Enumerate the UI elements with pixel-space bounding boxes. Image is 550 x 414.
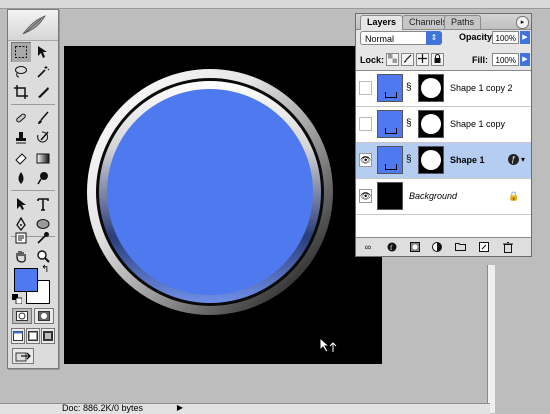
standard-mode-button[interactable] [12,308,32,324]
eraser-tool-icon[interactable] [11,148,31,168]
palette-menu-button[interactable]: ▸ [516,16,529,29]
quick-mask-icon [38,311,50,321]
gradient-tool-icon[interactable] [33,148,53,168]
link-chain-icon[interactable]: § [406,154,412,165]
quick-mask-mode-button[interactable] [34,308,54,324]
visibility-toggle[interactable] [359,81,372,95]
clone-stamp-tool-icon[interactable] [11,128,31,148]
add-layer-style-icon[interactable]: f [386,242,398,252]
workspace-margin [495,265,550,413]
screen-mode-icon [43,331,53,341]
layers-palette: Layers Channels Paths ▸ Normal ⇕ Opacity… [355,13,532,257]
notes-tool-icon[interactable] [11,228,31,248]
hand-tool-icon[interactable] [11,246,31,266]
opacity-input[interactable]: 100% [492,31,519,44]
lock-image-brush-icon[interactable] [401,53,414,66]
layer-name: Shape 1 copy 2 [450,83,513,93]
marquee-tool-icon[interactable] [11,42,31,62]
zoom-tool-icon[interactable] [33,246,53,266]
eye-icon[interactable]: 👁 [359,153,372,167]
screen-mode-menubar-button[interactable] [26,328,40,344]
magic-wand-tool-icon[interactable] [33,62,53,82]
visibility-toggle[interactable] [359,117,372,131]
trash-icon[interactable] [502,242,514,253]
layer-thumbnail [377,74,403,102]
screen-mode-icon [13,331,23,341]
status-menu-button[interactable]: ▶ [175,403,185,413]
layer-row[interactable]: 👁 § Shape 1 ƒ ▾ [356,143,531,179]
expand-effects-arrow-icon[interactable]: ▾ [521,155,525,164]
vector-mask-thumbnail[interactable] [418,146,444,174]
dodge-tool-icon[interactable] [33,168,53,188]
lasso-tool-icon[interactable] [11,62,31,82]
eyedropper-tool-icon[interactable] [33,228,53,248]
fill-label: Fill: [472,55,488,65]
opacity-slider-arrow-icon[interactable]: ▶ [520,31,530,44]
standard-mode-icon [16,311,28,321]
vector-mask-thumbnail[interactable] [418,110,444,138]
fill-input[interactable]: 100% [492,53,519,66]
lock-transparency-icon[interactable] [386,53,399,66]
lock-position-icon[interactable] [416,53,429,66]
blur-tool-icon[interactable] [11,168,31,188]
document-canvas[interactable] [64,46,382,364]
swap-colors-icon[interactable]: ↰ [41,265,53,275]
link-chain-icon[interactable]: § [406,118,412,129]
path-selection-tool-icon[interactable] [11,194,31,214]
imageready-icon [15,352,31,362]
layer-list: § Shape 1 copy 2 § Shape 1 copy 👁 § Shap… [356,70,531,238]
new-group-icon[interactable] [454,242,466,252]
crop-tool-icon[interactable] [11,82,31,102]
doc-size-readout: Doc: 886.2K/0 bytes [62,403,144,413]
foreground-color-swatch[interactable] [14,268,38,292]
layer-name: Shape 1 [450,155,485,165]
tools-separator [11,190,55,191]
screen-mode-standard-button[interactable] [11,328,25,344]
layer-row[interactable]: § Shape 1 copy 2 [356,71,531,107]
tab-layers[interactable]: Layers [360,15,404,30]
tools-palette: ↰ [7,9,59,369]
add-mask-icon[interactable] [409,242,421,252]
tools-palette-header[interactable] [8,10,58,41]
eye-icon[interactable]: 👁 [359,189,372,203]
jump-to-imageready-button[interactable] [12,348,34,364]
type-tool-icon[interactable] [33,194,53,214]
palette-tab-bar: Layers Channels Paths ▸ [356,14,531,30]
new-fill-adjustment-icon[interactable] [431,242,443,252]
history-brush-tool-icon[interactable] [33,128,53,148]
feather-icon [22,15,47,35]
default-colors-icon[interactable] [12,294,22,304]
layer-name: Background [409,191,458,201]
blend-mode-arrow-icon[interactable]: ⇕ [426,31,442,45]
lock-all-icon[interactable] [431,53,444,66]
blue-circle [107,89,313,295]
move-tool-icon[interactable] [33,42,53,62]
options-bar-edge [0,0,550,9]
opacity-label: Opacity: [459,32,496,42]
canvas-artwork [87,69,337,353]
fill-slider-arrow-icon[interactable]: ▶ [520,53,530,66]
move-cursor-icon [319,336,337,353]
layer-row[interactable]: 👁 Background 🔒 [356,179,531,215]
layer-row[interactable]: § Shape 1 copy [356,107,531,143]
vector-mask-thumbnail[interactable] [418,74,444,102]
healing-brush-tool-icon[interactable] [11,108,31,128]
link-layers-icon[interactable]: ∞ [362,242,374,252]
layers-palette-footer: ∞ f [356,238,531,256]
screen-mode-icon [28,331,38,341]
new-layer-icon[interactable] [478,242,490,252]
layer-effects-icon[interactable]: ƒ [508,154,519,165]
slice-tool-icon[interactable] [33,82,53,102]
layer-name: Shape 1 copy [450,119,506,129]
brush-tool-icon[interactable] [33,108,53,128]
screen-mode-full-button[interactable] [41,328,55,344]
tools-separator [11,104,55,105]
lock-label: Lock: [360,55,385,65]
layer-thumbnail [377,110,403,138]
layer-thumbnail [377,146,403,174]
lock-icon: 🔒 [508,191,520,201]
link-chain-icon[interactable]: § [406,82,412,93]
tab-paths[interactable]: Paths [444,15,482,29]
layer-thumbnail [377,182,403,210]
